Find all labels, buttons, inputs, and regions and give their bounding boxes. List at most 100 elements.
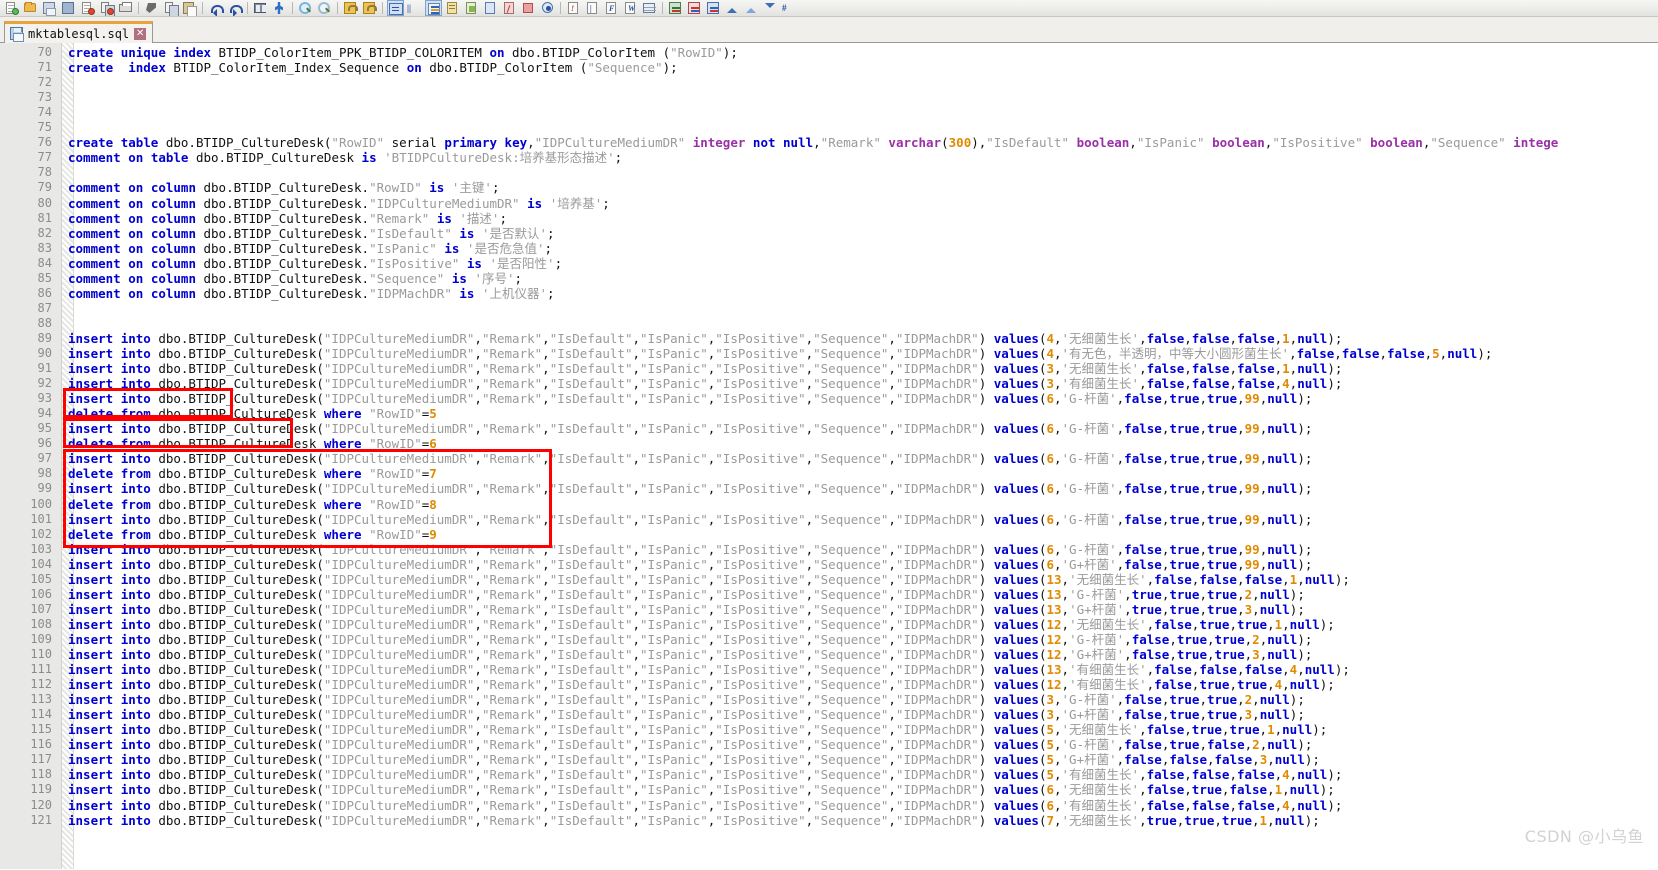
close-all-icon[interactable] <box>98 0 115 16</box>
code-line[interactable]: 87 <box>0 301 1658 316</box>
code-line[interactable]: 114 insert into dbo.BTIDP_CultureDesk("ID… <box>0 707 1658 722</box>
code-line[interactable]: 112 insert into dbo.BTIDP_CultureDesk("ID… <box>0 677 1658 692</box>
code-line[interactable]: 105 insert into dbo.BTIDP_CultureDesk("ID… <box>0 572 1658 587</box>
code-line[interactable]: 92 insert into dbo.BTIDP_CultureDesk("IDP… <box>0 376 1658 391</box>
tab-mktablesql-sql[interactable]: mktablesql.sql ✕ <box>4 21 154 43</box>
sort-asc-icon[interactable] <box>724 0 741 16</box>
code-line[interactable]: 119 insert into dbo.BTIDP_CultureDesk("ID… <box>0 782 1658 797</box>
bookmark-red-icon[interactable]: ! <box>565 0 582 16</box>
code-line[interactable]: 107 insert into dbo.BTIDP_CultureDesk("ID… <box>0 602 1658 617</box>
execute-script-icon[interactable]: || <box>406 0 423 16</box>
code-line[interactable]: 110 insert into dbo.BTIDP_CultureDesk("ID… <box>0 647 1658 662</box>
close-icon[interactable]: ✕ <box>134 27 147 40</box>
import-db-icon[interactable] <box>686 0 703 16</box>
clear-icon[interactable] <box>482 0 499 16</box>
code-line[interactable]: 70 create unique index BTIDP_ColorItem_PP… <box>0 45 1658 60</box>
sql-editor[interactable]: 70 create unique index BTIDP_ColorItem_PP… <box>0 43 1658 869</box>
code-line[interactable]: 96 delete from dbo.BTIDP_CultureDesk wher… <box>0 436 1658 451</box>
code-line[interactable]: 76 create table dbo.BTIDP_CultureDesk("Ro… <box>0 135 1658 150</box>
stop-icon[interactable] <box>501 0 518 16</box>
code-line[interactable]: 108 insert into dbo.BTIDP_CultureDesk("ID… <box>0 617 1658 632</box>
undo-icon[interactable] <box>207 0 224 16</box>
code-line[interactable]: 79 comment on column dbo.BTIDP_CultureDes… <box>0 180 1658 195</box>
refresh-icon[interactable] <box>539 0 556 16</box>
code-line[interactable]: 94 delete from dbo.BTIDP_CultureDesk wher… <box>0 406 1658 421</box>
code-token: , <box>1237 511 1245 527</box>
code-line[interactable]: 111 insert into dbo.BTIDP_CultureDesk("ID… <box>0 662 1658 677</box>
code-line[interactable]: 113 insert into dbo.BTIDP_CultureDesk("ID… <box>0 692 1658 707</box>
code-line[interactable]: 100 delete from dbo.BTIDP_CultureDesk whe… <box>0 497 1658 512</box>
sync-db-icon[interactable] <box>705 0 722 16</box>
code-line[interactable]: 91 insert into dbo.BTIDP_CultureDesk("IDP… <box>0 361 1658 376</box>
code-line[interactable]: 80 comment on column dbo.BTIDP_CultureDes… <box>0 196 1658 211</box>
bookmark-gray-icon[interactable]: | <box>584 0 601 16</box>
format-sql-icon[interactable] <box>271 0 288 16</box>
code-line[interactable]: 88 <box>0 316 1658 331</box>
session-icon[interactable] <box>444 0 461 16</box>
rollback-icon[interactable] <box>361 0 378 16</box>
code-line[interactable]: 103 insert into dbo.BTIDP_CultureDesk("ID… <box>0 542 1658 557</box>
close-file-icon[interactable] <box>79 0 96 16</box>
code-line[interactable]: 102 delete from dbo.BTIDP_CultureDesk whe… <box>0 527 1658 542</box>
code-line[interactable]: 78 <box>0 165 1658 180</box>
code-token: "IDPMachDR" <box>895 631 979 647</box>
sort-desc-icon[interactable] <box>762 0 779 16</box>
code-area[interactable]: 70 create unique index BTIDP_ColorItem_PP… <box>0 43 1658 869</box>
code-line[interactable]: 116 insert into dbo.BTIDP_CultureDesk("ID… <box>0 737 1658 752</box>
redo-icon[interactable] <box>226 0 243 16</box>
code-line[interactable]: 104 insert into dbo.BTIDP_CultureDesk("ID… <box>0 557 1658 572</box>
bookmark-w-icon[interactable]: W <box>622 0 639 16</box>
code-line[interactable]: 95 insert into dbo.BTIDP_CultureDesk("IDP… <box>0 421 1658 436</box>
save-icon[interactable] <box>41 0 58 16</box>
cancel-icon[interactable] <box>520 0 537 16</box>
code-line[interactable]: 74 <box>0 105 1658 120</box>
code-line[interactable]: 109 insert into dbo.BTIDP_CultureDesk("ID… <box>0 632 1658 647</box>
code-line[interactable]: 73 <box>0 90 1658 105</box>
save-all-icon[interactable] <box>60 0 77 16</box>
code-line[interactable]: 85 comment on column dbo.BTIDP_CultureDes… <box>0 271 1658 286</box>
code-line[interactable]: 120 insert into dbo.BTIDP_CultureDesk("ID… <box>0 798 1658 813</box>
cut-icon[interactable] <box>143 0 160 16</box>
sort-asc-alt-icon[interactable] <box>743 0 760 16</box>
code-token: , <box>474 511 482 527</box>
code-line[interactable]: 83 comment on column dbo.BTIDP_CultureDes… <box>0 241 1658 256</box>
code-line[interactable]: 71 create index BTIDP_ColorItem_Index_Seq… <box>0 60 1658 75</box>
code-line[interactable]: 84 comment on column dbo.BTIDP_CultureDes… <box>0 256 1658 271</box>
find-icon[interactable] <box>297 0 314 16</box>
code-line[interactable]: 97 insert into dbo.BTIDP_CultureDesk("IDP… <box>0 451 1658 466</box>
code-line[interactable]: 93 insert into dbo.BTIDP_CultureDesk("IDP… <box>0 391 1658 406</box>
execute-icon[interactable] <box>387 0 404 16</box>
code-line[interactable]: 118 insert into dbo.BTIDP_CultureDesk("ID… <box>0 767 1658 782</box>
code-line[interactable]: 77 comment on table dbo.BTIDP_CultureDesk… <box>0 150 1658 165</box>
code-token: , <box>1129 135 1137 151</box>
copy-icon[interactable] <box>162 0 179 16</box>
code-line[interactable]: 72 <box>0 75 1658 90</box>
code-line[interactable]: 115 insert into dbo.BTIDP_CultureDesk("ID… <box>0 722 1658 737</box>
code-line[interactable]: 106 insert into dbo.BTIDP_CultureDesk("ID… <box>0 587 1658 602</box>
code-line[interactable]: 75 <box>0 120 1658 135</box>
grid-options-icon[interactable] <box>641 0 658 16</box>
table-view-icon[interactable] <box>252 0 269 16</box>
code-line[interactable]: 117 insert into dbo.BTIDP_CultureDesk("ID… <box>0 752 1658 767</box>
code-line[interactable]: 121 insert into dbo.BTIDP_CultureDesk("ID… <box>0 813 1658 828</box>
export-db-green-icon[interactable] <box>667 0 684 16</box>
code-line[interactable]: 101 insert into dbo.BTIDP_CultureDesk("ID… <box>0 512 1658 527</box>
misc-icon[interactable]: # <box>781 0 798 16</box>
explain-plan-icon[interactable] <box>425 0 442 16</box>
bookmark-f-icon[interactable]: F <box>603 0 620 16</box>
find-next-icon[interactable] <box>316 0 333 16</box>
code-line[interactable]: 82 comment on column dbo.BTIDP_CultureDes… <box>0 226 1658 241</box>
history-icon[interactable] <box>463 0 480 16</box>
paste-icon[interactable] <box>181 0 198 16</box>
code-line[interactable]: 90 insert into dbo.BTIDP_CultureDesk("IDP… <box>0 346 1658 361</box>
code-line[interactable]: 99 insert into dbo.BTIDP_CultureDesk("IDP… <box>0 481 1658 496</box>
code-line[interactable]: 89 insert into dbo.BTIDP_CultureDesk("IDP… <box>0 331 1658 346</box>
new-file-icon[interactable] <box>3 0 20 16</box>
print-icon[interactable] <box>117 0 134 16</box>
code-line[interactable]: 81 comment on column dbo.BTIDP_CultureDes… <box>0 211 1658 226</box>
commit-icon[interactable] <box>342 0 359 16</box>
open-folder-icon[interactable] <box>22 0 39 16</box>
code-line[interactable]: 98 delete from dbo.BTIDP_CultureDesk wher… <box>0 466 1658 481</box>
code-line[interactable]: 86 comment on column dbo.BTIDP_CultureDes… <box>0 286 1658 301</box>
